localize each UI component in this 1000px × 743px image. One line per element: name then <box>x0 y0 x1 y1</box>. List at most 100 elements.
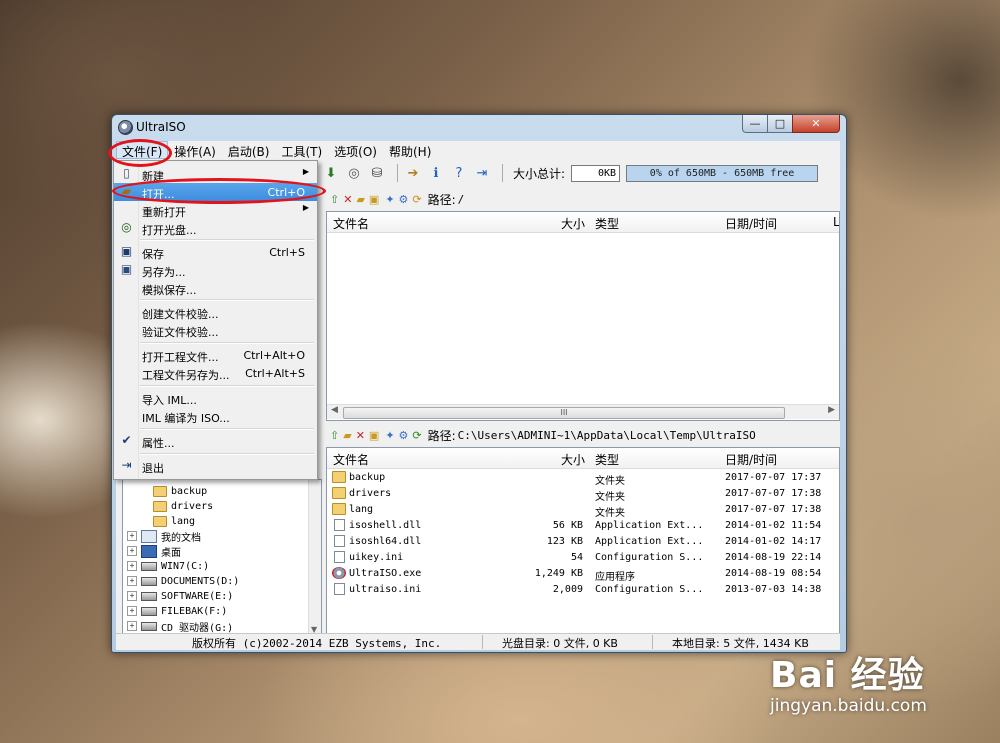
col-extra[interactable]: L <box>833 215 839 229</box>
local-up-arrow-icon[interactable]: ⇧ <box>330 429 339 442</box>
iso-path-value[interactable]: / <box>458 193 465 206</box>
table-row[interactable]: uikey.ini 54 Configuration S... 2014-08-19 … <box>327 550 839 566</box>
local-new-folder-icon[interactable]: ▰ <box>343 429 351 442</box>
file-size: 123 KB <box>546 536 583 547</box>
tree-vertical-scrollbar[interactable]: ▼ <box>308 480 321 636</box>
menu-item[interactable]: ⇥ 退出 <box>114 457 317 476</box>
menu-item[interactable]: 工程文件另存为... Ctrl+Alt+S <box>114 364 317 382</box>
tree-item[interactable]: drivers <box>153 499 213 513</box>
table-row[interactable]: isoshl64.dll 123 KB Application Ext... 2014… <box>327 534 839 550</box>
tree-item[interactable]: + SOFTWARE(E:) <box>127 589 233 603</box>
expand-icon[interactable]: + <box>127 561 137 571</box>
col-type[interactable]: 类型 <box>595 215 619 232</box>
menu-item[interactable]: IML 编译为 ISO... <box>114 407 317 425</box>
menu-file[interactable]: 文件(F) <box>116 141 169 159</box>
tree-item-label: backup <box>171 485 208 497</box>
file-date: 2013-07-03 14:38 <box>725 584 822 595</box>
directory-tree[interactable]: backup drivers lang + 我的文档 + 桌面 + WIN7(C:) + DOCUM… <box>122 479 322 637</box>
delete-icon[interactable]: ✕ <box>343 193 352 206</box>
help-icon[interactable]: ? <box>450 164 468 182</box>
menu-item[interactable]: ▣ 保存 Ctrl+S <box>114 243 317 262</box>
expand-icon[interactable]: + <box>127 576 137 586</box>
local-rename-icon[interactable]: ▣ <box>369 429 379 442</box>
settings-icon[interactable]: ⚙ <box>399 193 409 206</box>
menu-item[interactable]: ✔ 属性... <box>114 432 317 451</box>
tree-item[interactable]: + WIN7(C:) <box>127 559 209 573</box>
local-path-value[interactable]: C:\Users\ADMINI~1\AppData\Local\Temp\Ult… <box>458 429 756 442</box>
scroll-thumb[interactable]: III <box>343 407 785 419</box>
local-settings-icon[interactable]: ⚙ <box>399 429 409 442</box>
table-row[interactable]: drivers 文件夹 2017-07-07 17:38 <box>327 486 839 503</box>
watermark-brand: Bai 经验 <box>770 655 925 696</box>
tree-item[interactable]: + CD 驱动器(G:) <box>127 619 233 634</box>
expand-icon[interactable]: + <box>127 531 137 541</box>
menu-item[interactable]: 重新打开 ▶ <box>114 201 317 219</box>
menu-tools[interactable]: 工具(T) <box>275 141 328 159</box>
rename-icon[interactable]: ▣ <box>369 193 379 206</box>
extract-icon[interactable]: ⬇ <box>322 164 340 182</box>
menu-item[interactable]: 导入 IML... <box>114 389 317 407</box>
local-file-list[interactable]: 文件名 大小 类型 日期/时间 backup 文件夹 2017-07-07 17:3… <box>326 447 840 637</box>
table-row[interactable]: UltraISO.exe 1,249 KB 应用程序 2014-08-19 08:54 <box>327 566 839 583</box>
file-date: 2014-08-19 22:14 <box>725 552 822 563</box>
expand-icon[interactable]: + <box>127 546 137 556</box>
scroll-right-icon[interactable]: ▶ <box>828 405 835 415</box>
local-col-date[interactable]: 日期/时间 <box>725 451 777 468</box>
total-size-value: 0KB <box>571 164 621 182</box>
local-col-size[interactable]: 大小 <box>561 451 585 468</box>
expand-icon[interactable]: + <box>127 606 137 616</box>
iso-file-list[interactable]: 文件名 大小 类型 日期/时间 L ◀ III ▶ <box>326 211 840 421</box>
local-delete-icon[interactable]: ✕ <box>356 429 365 442</box>
status-divider <box>652 635 653 649</box>
mount-icon[interactable]: ⛁ <box>368 164 386 182</box>
menu-item[interactable]: 打开工程文件... Ctrl+Alt+O <box>114 346 317 364</box>
folder-icon <box>332 471 346 483</box>
maximize-button[interactable]: □ <box>767 115 793 133</box>
tree-item[interactable]: + 桌面 <box>127 544 181 559</box>
menu-item[interactable]: 模拟保存... <box>114 279 317 297</box>
col-size[interactable]: 大小 <box>561 215 585 232</box>
up-arrow-icon[interactable]: ⇧ <box>330 193 339 206</box>
refresh-icon[interactable]: ⟳ <box>412 193 421 206</box>
expand-icon[interactable]: + <box>127 591 137 601</box>
properties-toolbar-icon[interactable]: ✦ <box>385 193 394 206</box>
local-properties-icon[interactable]: ✦ <box>385 429 394 442</box>
table-row[interactable]: lang 文件夹 2017-07-07 17:38 <box>327 502 839 519</box>
exit-toolbar-icon[interactable]: ⇥ <box>473 164 491 182</box>
menu-item[interactable]: ▣ 另存为... <box>114 261 317 280</box>
menu-separator <box>140 453 314 455</box>
new-folder-icon[interactable]: ▰ <box>356 193 364 206</box>
tree-item[interactable]: lang <box>153 514 195 528</box>
info-icon[interactable]: ℹ <box>427 164 445 182</box>
menu-action[interactable]: 操作(A) <box>168 141 222 159</box>
tree-item[interactable]: + FILEBAK(F:) <box>127 604 227 618</box>
menu-item[interactable]: ▯ 新建 ▶ <box>114 165 317 184</box>
local-col-type[interactable]: 类型 <box>595 451 619 468</box>
local-refresh-icon[interactable]: ⟳ <box>412 429 421 442</box>
menu-options[interactable]: 选项(O) <box>328 141 383 159</box>
scroll-left-icon[interactable]: ◀ <box>331 405 338 415</box>
tree-item-label: 我的文档 <box>161 532 201 544</box>
col-name[interactable]: 文件名 <box>333 215 369 232</box>
tree-item[interactable]: + DOCUMENTS(D:) <box>127 574 239 588</box>
table-row[interactable]: backup 文件夹 2017-07-07 17:37 <box>327 470 839 487</box>
tree-item[interactable]: backup <box>153 484 207 498</box>
burn-disc-icon[interactable]: ◎ <box>345 164 363 182</box>
iso-horizontal-scrollbar[interactable]: ◀ III ▶ <box>327 404 839 419</box>
menu-item[interactable]: 创建文件校验... <box>114 303 317 321</box>
menu-help[interactable]: 帮助(H) <box>383 141 437 159</box>
local-col-name[interactable]: 文件名 <box>333 451 369 468</box>
minimize-button[interactable]: — <box>742 115 768 133</box>
close-button[interactable]: ✕ <box>792 115 840 133</box>
menu-item[interactable]: ◎ 打开光盘... <box>114 219 317 238</box>
table-row[interactable]: isoshell.dll 56 KB Application Ext... 2014-… <box>327 518 839 534</box>
menu-item[interactable]: 验证文件校验... <box>114 321 317 339</box>
menu-bootable[interactable]: 启动(B) <box>222 141 276 159</box>
tree-item[interactable]: + 我的文档 <box>127 529 201 544</box>
menu-item[interactable]: ▰ 打开... Ctrl+O <box>114 183 317 201</box>
col-date[interactable]: 日期/时间 <box>725 215 777 232</box>
table-row[interactable]: ultraiso.ini 2,009 Configuration S... 2013-… <box>327 582 839 598</box>
title-bar[interactable]: UltraISO — □ ✕ <box>112 115 846 139</box>
expand-icon[interactable]: + <box>127 621 137 631</box>
compress-icon[interactable]: ➔ <box>404 164 422 182</box>
